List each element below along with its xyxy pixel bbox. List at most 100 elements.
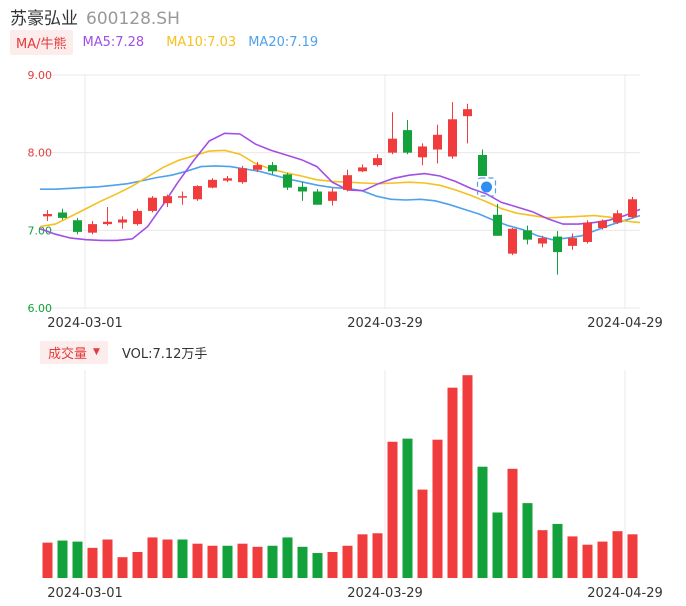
candle-body bbox=[613, 213, 622, 223]
candle-up bbox=[583, 220, 592, 244]
stock-chart: 9.008.007.006.002024-03-01 2024-03-29 2024… bbox=[28, 69, 663, 601]
candle-down bbox=[553, 231, 562, 275]
candle-body bbox=[298, 186, 307, 192]
volume-x-tick-label: 2024-03-01 bbox=[47, 586, 123, 601]
volume-bar bbox=[297, 546, 308, 578]
candle-body bbox=[448, 119, 457, 157]
candle-up bbox=[193, 185, 202, 201]
volume-bar bbox=[162, 539, 173, 578]
candle-body bbox=[433, 134, 442, 150]
candle-body bbox=[58, 212, 67, 218]
candle-down bbox=[523, 225, 532, 245]
candle-up bbox=[103, 207, 112, 226]
candle-body bbox=[568, 238, 577, 246]
volume-bar bbox=[342, 545, 353, 578]
candle-body bbox=[43, 214, 52, 217]
candle-body bbox=[358, 167, 367, 172]
y-tick-label: 8.00 bbox=[28, 147, 53, 160]
y-tick-label: 9.00 bbox=[28, 69, 53, 82]
volume-bar bbox=[222, 545, 233, 578]
candle-body bbox=[628, 199, 637, 218]
candle-down bbox=[268, 161, 277, 175]
candle-body bbox=[418, 146, 427, 158]
volume-x-tick-label: 2024-03-29 bbox=[347, 586, 423, 601]
candle-up bbox=[133, 208, 142, 226]
volume-bar bbox=[462, 375, 473, 578]
candle-body bbox=[178, 196, 187, 198]
candle-body bbox=[328, 191, 337, 201]
candle-down bbox=[403, 120, 412, 155]
candle-body bbox=[208, 179, 217, 188]
candle-up bbox=[328, 188, 337, 206]
candle-up bbox=[223, 175, 232, 183]
volume-bar bbox=[72, 541, 83, 578]
volume-bar bbox=[87, 547, 98, 578]
candle-body bbox=[253, 165, 262, 170]
volume-bar bbox=[147, 537, 158, 578]
volume-bar bbox=[567, 536, 578, 578]
candle-up bbox=[373, 154, 382, 167]
candle-up bbox=[508, 228, 517, 256]
x-tick-label: 2024-04-29 bbox=[587, 316, 663, 331]
candle-body bbox=[133, 210, 142, 225]
volume-bar bbox=[42, 542, 53, 578]
volume-bar bbox=[207, 545, 218, 578]
volume-value: VOL:7.12万手 bbox=[121, 346, 208, 362]
volume-bar bbox=[447, 387, 458, 578]
volume-bar bbox=[117, 557, 128, 578]
y-tick-label: 7.00 bbox=[28, 224, 53, 237]
candle-body bbox=[313, 191, 322, 205]
volume-bar bbox=[597, 541, 608, 578]
event-marker-icon bbox=[481, 181, 492, 193]
volume-indicator-tag[interactable]: 成交量 ▼ bbox=[40, 340, 108, 364]
volume-bar bbox=[492, 512, 503, 578]
volume-bar bbox=[282, 537, 293, 578]
candle-body bbox=[478, 154, 487, 176]
volume-bar bbox=[627, 534, 638, 578]
volume-bar bbox=[267, 545, 278, 578]
candle-up bbox=[433, 124, 442, 164]
candle-down bbox=[58, 208, 67, 220]
candle-up bbox=[88, 221, 97, 235]
candle-body bbox=[163, 196, 172, 204]
y-tick-label: 6.00 bbox=[28, 302, 53, 315]
candle-body bbox=[373, 158, 382, 166]
ma20-line bbox=[40, 165, 641, 241]
caret-down-icon: ▼ bbox=[93, 347, 100, 357]
volume-bar bbox=[402, 438, 413, 578]
candle-up bbox=[418, 143, 427, 166]
candle-up bbox=[343, 169, 352, 192]
candle-down bbox=[283, 172, 292, 190]
volume-bar bbox=[327, 552, 338, 578]
candle-up bbox=[43, 210, 52, 222]
volume-bar bbox=[357, 534, 368, 578]
volume-bar bbox=[417, 489, 428, 578]
x-tick-label: 2024-03-01 bbox=[47, 316, 123, 331]
candle-up bbox=[148, 196, 157, 213]
volume-bar bbox=[132, 552, 143, 578]
candle-up bbox=[178, 191, 187, 205]
candle-body bbox=[553, 236, 562, 253]
candle-up bbox=[238, 165, 247, 184]
candle-up bbox=[568, 233, 577, 250]
volume-bar bbox=[102, 539, 113, 578]
volume-bar bbox=[612, 531, 623, 578]
candle-body bbox=[223, 178, 232, 181]
candle-up bbox=[118, 216, 127, 229]
candle-up bbox=[163, 194, 172, 208]
volume-bar bbox=[552, 523, 563, 578]
volume-bar bbox=[387, 441, 398, 578]
candle-body bbox=[598, 221, 607, 229]
candle-body bbox=[73, 220, 82, 232]
volume-bar bbox=[252, 546, 263, 578]
volume-bar bbox=[522, 503, 533, 578]
candle-body bbox=[343, 175, 352, 190]
candle-body bbox=[388, 138, 397, 153]
candle-body bbox=[268, 165, 277, 172]
candle-down bbox=[478, 149, 487, 176]
volume-legend: 成交量 ▼ VOL:7.12万手 bbox=[40, 340, 208, 364]
x-tick-label: 2024-03-29 bbox=[347, 316, 423, 331]
candle-body bbox=[493, 214, 502, 236]
volume-bar bbox=[237, 543, 248, 578]
candle-up bbox=[358, 164, 367, 173]
